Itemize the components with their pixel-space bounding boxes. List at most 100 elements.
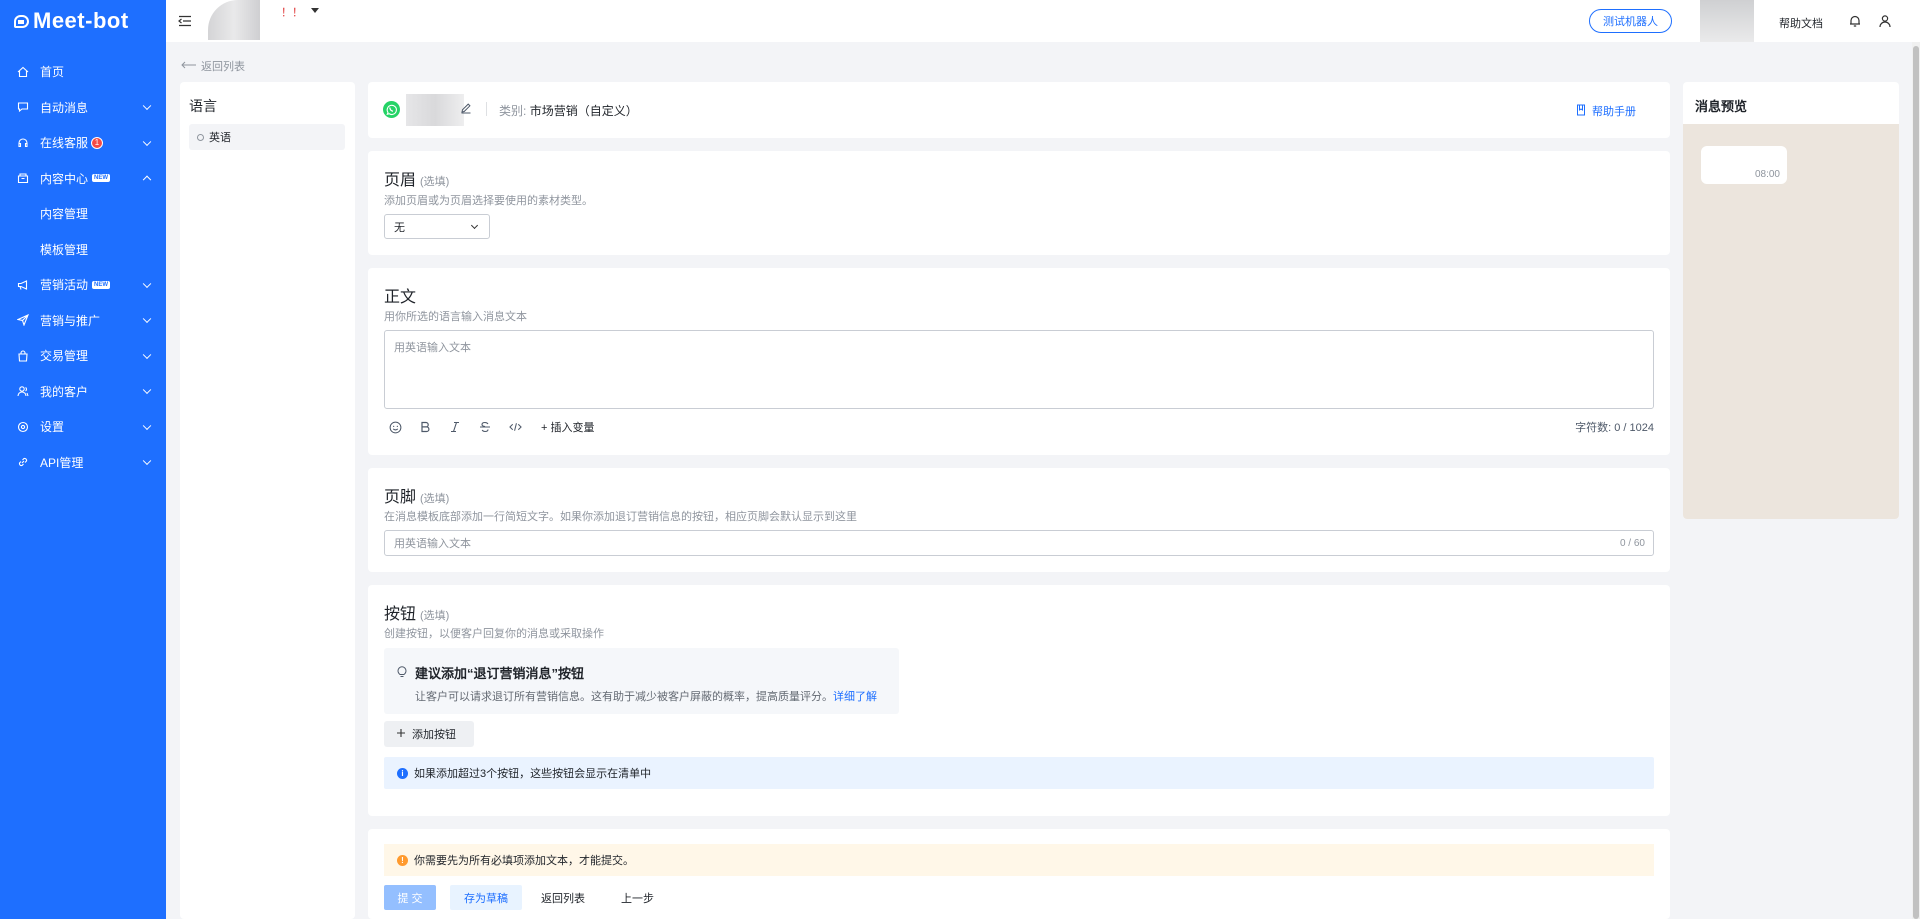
back-to-list-label: 返回列表 (201, 61, 245, 73)
caret-down-icon[interactable] (311, 8, 319, 13)
shop-avatar[interactable] (208, 0, 260, 40)
sidebar-item-online-service[interactable]: 在线客服 1 (0, 125, 166, 161)
back-to-list-button[interactable]: 返回列表 (541, 890, 585, 906)
chevron-down-icon (470, 221, 479, 230)
language-panel: 语言 英语 (180, 82, 355, 919)
add-button-button[interactable]: 添加按钮 (384, 721, 474, 747)
chevron-down-icon (142, 350, 152, 359)
footer-section-card: 页脚 (选填) 在消息模板底部添加一行简短文字。如果你添加退订营销信息的按钮，相应… (368, 468, 1670, 572)
info-icon: i (397, 767, 408, 779)
book-icon (1576, 104, 1586, 119)
chat-icon (16, 100, 30, 114)
sidebar-item-auto-message[interactable]: 自动消息 (0, 90, 166, 126)
chevron-down-icon (142, 421, 152, 430)
sidebar-item-my-customers[interactable]: 我的客户 (0, 374, 166, 410)
preview-chat-area: 08:00 (1683, 124, 1899, 519)
info-text: 如果添加超过3个按钮，这些按钮会显示在清单中 (414, 768, 652, 780)
required-warning-alert: ! 你需要先为所有必填项添加文本，才能提交。 (384, 844, 1654, 876)
sidebar-subitem-content-manage[interactable]: 内容管理 (0, 196, 166, 232)
logo-text: Meet-bot (33, 8, 129, 33)
sidebar-item-label: 营销与推广 (40, 313, 101, 328)
suggestion-title: 建议添加“退订营销消息”按钮 (415, 666, 585, 681)
insert-variable-button[interactable]: + 插入变量 (541, 419, 594, 435)
warning-icon: ! (397, 854, 408, 866)
preview-title: 消息预览 (1695, 99, 1748, 114)
save-draft-button[interactable]: 存为草稿 (450, 885, 522, 910)
sidebar-nav: 首页 自动消息 在线客服 1 内容中心 NEW 内容管理 模板管理 营销活动 N… (0, 54, 166, 480)
submit-section-card: ! 你需要先为所有必填项添加文本，才能提交。 提 交 存为草稿 返回列表 上一步 (368, 829, 1670, 919)
header-section-desc: 添加页眉或为页眉选择要使用的素材类型。 (384, 195, 593, 207)
status-dot-icon (197, 133, 204, 141)
back-to-list-link[interactable]: 返回列表 (181, 58, 245, 74)
chevron-down-icon (142, 314, 152, 324)
sidebar-item-content-center[interactable]: 内容中心 NEW (0, 161, 166, 197)
category-value: 市场营销（自定义） (529, 104, 638, 118)
sidebar-item-api-manage[interactable]: API管理 (0, 445, 166, 481)
header-section-title: 页眉 (选填) (384, 166, 449, 190)
new-tag: NEW (92, 280, 111, 289)
template-name (406, 94, 464, 126)
footer-text-input[interactable]: 用英语输入文本 0 / 60 (384, 530, 1654, 556)
body-section-card: 正文 用你所选的语言输入消息文本 用英语输入文本 + 插入变量 字符数: 0 /… (368, 268, 1670, 455)
header-type-select[interactable]: 无 (384, 214, 490, 239)
sidebar-item-settings[interactable]: 设置 (0, 409, 166, 445)
sidebar-item-home[interactable]: 首页 (0, 54, 166, 90)
chevron-up-icon (142, 175, 152, 185)
send-icon (16, 313, 30, 327)
italic-icon[interactable] (447, 419, 463, 435)
body-text-placeholder: 用英语输入文本 (394, 342, 471, 354)
sidebar-item-trade-manage[interactable]: 交易管理 (0, 338, 166, 374)
section-title-text: 按钮 (384, 606, 417, 623)
char-count-value: 0 / 1024 (1614, 422, 1654, 434)
submit-button[interactable]: 提 交 (384, 885, 436, 910)
page-scrollbar-thumb[interactable] (1913, 46, 1919, 919)
chevron-down-icon (142, 279, 152, 288)
char-count-label: 字符数: (1575, 422, 1612, 434)
users-icon (16, 384, 30, 398)
learn-more-link[interactable]: 详细了解 (833, 691, 877, 703)
whatsapp-icon (383, 101, 400, 118)
emoji-icon[interactable] (387, 419, 403, 435)
headset-icon (16, 136, 30, 150)
previous-step-button[interactable]: 上一步 (621, 890, 654, 906)
box-icon (16, 171, 30, 185)
bell-icon[interactable] (1848, 14, 1862, 28)
help-doc-link[interactable]: 帮助文档 (1779, 15, 1823, 31)
app-logo[interactable]: Meet-bot (0, 0, 166, 42)
help-manual-link[interactable]: 帮助手册 (1576, 103, 1636, 119)
body-char-count: 字符数: 0 / 1024 (1575, 419, 1654, 435)
code-icon[interactable] (507, 419, 523, 435)
user-icon[interactable] (1878, 14, 1892, 28)
sidebar-item-label: 我的客户 (40, 384, 89, 399)
test-robot-button[interactable]: 测试机器人 (1589, 9, 1672, 33)
sidebar-item-label: 营销活动 (40, 278, 89, 293)
footer-section-desc: 在消息模板底部添加一行简短文字。如果你添加退订营销信息的按钮，相应页脚会默认显示… (384, 511, 857, 523)
suggestion-body: 让客户可以请求退订所有营销信息。这有助于减少被客户屏蔽的概率，提高质量评分。 (415, 691, 833, 703)
bold-icon[interactable] (417, 419, 433, 435)
user-avatar[interactable] (1700, 0, 1754, 42)
edit-pencil-icon[interactable] (460, 102, 472, 114)
notification-badge: 1 (91, 136, 104, 149)
sidebar-item-marketing-campaign[interactable]: 营销活动 NEW (0, 267, 166, 303)
chevron-down-icon (142, 456, 152, 466)
settings-icon (16, 420, 30, 434)
sidebar-item-marketing-promotion[interactable]: 营销与推广 (0, 303, 166, 339)
category-label: 类别: (499, 104, 527, 118)
megaphone-icon (16, 278, 30, 292)
header-section-card: 页眉 (选填) 添加页眉或为页眉选择要使用的素材类型。 无 (368, 151, 1670, 255)
suggestion-text: 让客户可以请求退订所有营销信息。这有助于减少被客户屏蔽的概率，提高质量评分。详细… (415, 688, 877, 704)
body-text-input[interactable]: 用英语输入文本 (384, 330, 1654, 409)
language-title: 语言 (189, 98, 217, 114)
menu-collapse-icon[interactable] (178, 14, 192, 28)
strikethrough-icon[interactable] (477, 419, 493, 435)
template-info-card: 类别: 市场营销（自定义） 帮助手册 (368, 82, 1670, 138)
header-type-value: 无 (394, 221, 405, 234)
sidebar-item-label: 首页 (40, 65, 65, 80)
sidebar-subitem-template-manage[interactable]: 模板管理 (0, 232, 166, 268)
chevron-down-icon (142, 137, 152, 146)
language-item-english[interactable]: 英语 (189, 124, 345, 150)
sidebar: Meet-bot 首页 自动消息 在线客服 1 内容中心 NEW 内容管理 模板… (0, 0, 166, 919)
format-toolbar: + 插入变量 (387, 419, 594, 435)
optional-label: (选填) (420, 610, 450, 622)
shop-name[interactable]: ！！ (281, 4, 303, 20)
